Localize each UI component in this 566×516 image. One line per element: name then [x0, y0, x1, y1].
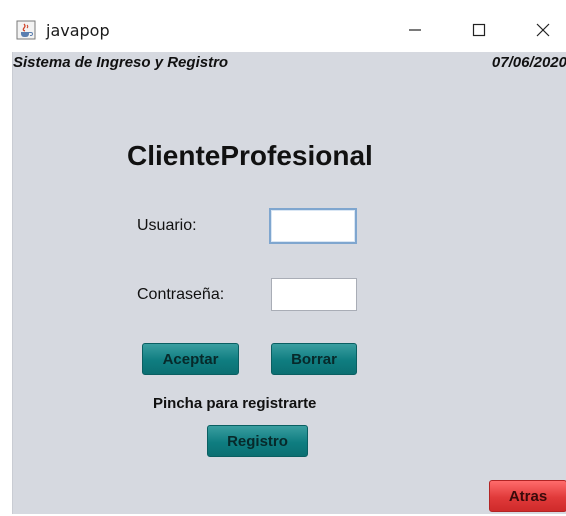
minimize-icon: [409, 29, 421, 31]
title-bar[interactable]: javapop: [0, 0, 566, 52]
date-label: 07/06/2020: [491, 54, 566, 71]
system-title: Sistema de Ingreso y Registro: [13, 54, 229, 71]
username-input[interactable]: [269, 208, 357, 244]
maximize-button[interactable]: [456, 14, 502, 46]
maximize-icon: [472, 23, 486, 37]
java-cup-icon: [16, 20, 36, 40]
password-label: Contraseña:: [137, 286, 225, 303]
window-title: javapop: [46, 21, 110, 40]
register-hint: Pincha para registrarte: [153, 395, 317, 412]
login-panel: Sistema de Ingreso y Registro 07/06/2020…: [12, 52, 566, 514]
app-window: javapop Sistema de Ingreso y Registro 07…: [0, 0, 566, 516]
clear-button[interactable]: Borrar: [271, 343, 357, 375]
close-icon: [536, 23, 550, 37]
username-label: Usuario:: [137, 217, 197, 234]
accept-button[interactable]: Aceptar: [142, 343, 239, 375]
minimize-button[interactable]: [392, 14, 438, 46]
page-title: ClienteProfesional: [127, 140, 373, 171]
back-button[interactable]: Atras: [489, 480, 566, 512]
register-button[interactable]: Registro: [207, 425, 308, 457]
close-button[interactable]: [520, 14, 566, 46]
password-input[interactable]: [271, 278, 357, 311]
